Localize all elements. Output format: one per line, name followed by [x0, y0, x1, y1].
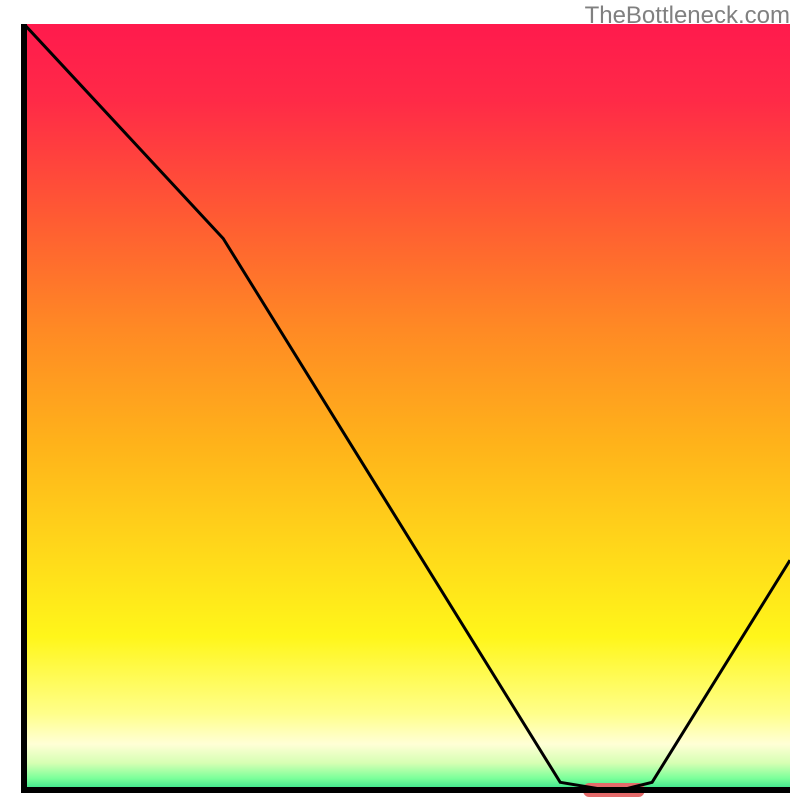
watermark-text: TheBottleneck.com [585, 2, 790, 30]
chart-container: TheBottleneck.com [0, 0, 800, 800]
bottleneck-chart [0, 0, 800, 800]
gradient-background [24, 24, 790, 790]
